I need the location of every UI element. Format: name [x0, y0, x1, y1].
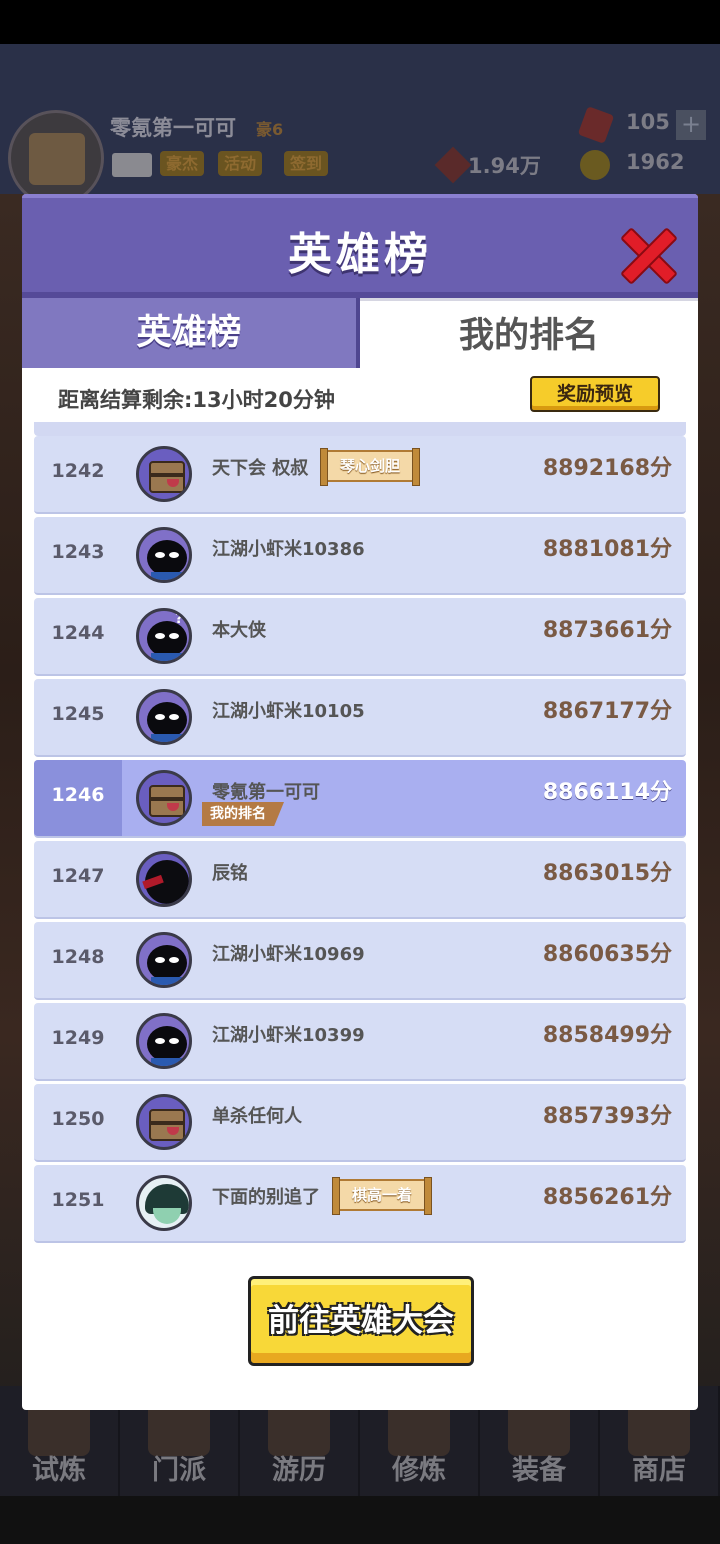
shadow-ninja-avatar[interactable] — [136, 1013, 192, 1069]
go-hero-conference-button[interactable]: 前往英雄大会 — [248, 1276, 474, 1366]
chip-events: 活动 — [218, 151, 263, 176]
ranking-row[interactable]: 1243 江湖小虾米10386 8881081分 — [34, 517, 686, 595]
go-button-label: 前往英雄大会 — [268, 1303, 454, 1339]
rank-number: 1250 — [51, 1108, 105, 1130]
leaderboard-dialog: 英雄榜 英雄榜 我的排名 距离结算剩余:13小时20分钟 奖励预览 1242 天下… — [22, 194, 698, 1410]
player-score: 8867177分 — [542, 699, 672, 724]
player-name: 江湖小虾米10105 — [212, 701, 365, 722]
rank-number: 1251 — [51, 1189, 105, 1211]
chip-checkin: 签到 — [284, 151, 329, 176]
player-name: 单杀任何人 — [212, 1106, 302, 1127]
player-score: 8857393分 — [542, 1104, 672, 1129]
player-name: 零氪第一可可 — [110, 116, 236, 140]
rank-number: 1242 — [51, 460, 105, 482]
nav-label: 门派 — [152, 1455, 206, 1486]
dark-ninja-avatar[interactable] — [136, 851, 192, 907]
settlement-countdown: 距离结算剩余:13小时20分钟 — [58, 388, 335, 412]
list-top-edge — [34, 422, 686, 436]
player-score: 8873661分 — [542, 618, 672, 643]
shadow-ninja-avatar[interactable] — [136, 932, 192, 988]
player-score: 8866114分 — [542, 780, 672, 805]
ranking-row[interactable]: 1251 下面的别追了 棋高一着 8856261分 — [34, 1165, 686, 1243]
ranking-list[interactable]: 1242 天下会 权叔 琴心剑胆 8892168分 1243 江湖小虾米10386 8881… — [34, 422, 686, 1252]
rank-number: 1247 — [51, 865, 105, 887]
player-score: 8863015分 — [542, 861, 672, 886]
player-score: 8881081分 — [542, 537, 672, 562]
chip-heroes: 豪杰 — [160, 151, 205, 176]
player-name: 江湖小虾米10969 — [212, 944, 365, 965]
rank-number: 1245 — [51, 703, 105, 725]
player-name: 江湖小虾米10399 — [212, 1025, 365, 1046]
rank-number: 1249 — [51, 1027, 105, 1049]
player-title-badge: 棋高一着 — [331, 1177, 433, 1215]
dialog-header: 英雄榜 — [22, 194, 698, 298]
ranking-row[interactable]: 1245 江湖小虾米10105 8867177分 — [34, 679, 686, 757]
add-gems-icon: + — [676, 110, 706, 140]
nav-label: 商店 — [632, 1455, 686, 1486]
my-ranking-badge: 我的排名 — [202, 802, 284, 826]
player-score: 8860635分 — [542, 942, 672, 967]
ranking-row[interactable]: 1244? 本大侠 8873661分 — [34, 598, 686, 676]
confused-ninja-avatar[interactable]: ? — [136, 608, 192, 664]
player-name: 天下会 权叔 — [212, 458, 309, 479]
ranking-row[interactable]: 1250 单杀任何人 8857393分 — [34, 1084, 686, 1162]
nav-label: 游历 — [272, 1455, 326, 1486]
my-ranking-row[interactable]: 1246 零氪第一可可 我的排名 8866114分 — [34, 760, 686, 838]
player-name: 辰铭 — [212, 863, 248, 884]
rank-number: 1246 — [51, 784, 105, 806]
shadow-ninja-avatar[interactable] — [136, 689, 192, 745]
rank-number: 1244 — [51, 622, 105, 644]
player-name: 本大侠 — [212, 620, 266, 641]
player-score: 8856261分 — [542, 1185, 672, 1210]
chest-avatar[interactable] — [136, 1094, 192, 1150]
game-screen: 零氪第一可可 豪6 豪杰 活动 签到 1.94万 105 + 1962 试炼 门… — [0, 0, 720, 1544]
dialog-title: 英雄榜 — [288, 229, 432, 280]
monk-avatar[interactable] — [136, 1175, 192, 1231]
tab-hero-leaderboard[interactable]: 英雄榜 — [22, 298, 360, 368]
vip-label: 豪6 — [256, 120, 284, 139]
reward-preview-button[interactable]: 奖励预览 — [530, 376, 660, 412]
nav-label: 修炼 — [392, 1455, 446, 1486]
system-nav-bar — [0, 1496, 720, 1544]
status-bar — [0, 0, 720, 44]
shadow-ninja-avatar[interactable] — [136, 527, 192, 583]
chest-avatar[interactable] — [136, 770, 192, 826]
coin-count: 1962 — [626, 150, 685, 174]
player-title-badge: 琴心剑胆 — [319, 448, 421, 486]
ranking-row[interactable]: 1249 江湖小虾米10399 8858499分 — [34, 1003, 686, 1081]
gem-count: 105 — [626, 110, 670, 134]
player-score: 8858499分 — [542, 1023, 672, 1048]
player-avatar — [8, 110, 104, 206]
player-score: 8892168分 — [542, 456, 672, 481]
nav-label: 试炼 — [32, 1455, 86, 1486]
close-button[interactable] — [620, 226, 678, 285]
nav-label: 装备 — [512, 1455, 566, 1486]
player-name: 江湖小虾米10386 — [212, 539, 365, 560]
rank-number: 1248 — [51, 946, 105, 968]
tab-my-ranking[interactable]: 我的排名 — [360, 298, 698, 368]
ranking-row[interactable]: 1242 天下会 权叔 琴心剑胆 8892168分 — [34, 436, 686, 514]
ranking-row[interactable]: 1247 辰铭 8863015分 — [34, 841, 686, 919]
player-name: 下面的别追了 — [212, 1187, 320, 1208]
power-value: 1.94万 — [468, 154, 541, 178]
player-name: 零氪第一可可 — [212, 782, 320, 803]
mail-icon — [112, 153, 152, 177]
ranking-row[interactable]: 1248 江湖小虾米10969 8860635分 — [34, 922, 686, 1000]
tab-bar: 英雄榜 我的排名 — [22, 298, 698, 368]
chest-avatar[interactable] — [136, 446, 192, 502]
rank-number: 1243 — [51, 541, 105, 563]
coin-icon — [580, 150, 610, 180]
